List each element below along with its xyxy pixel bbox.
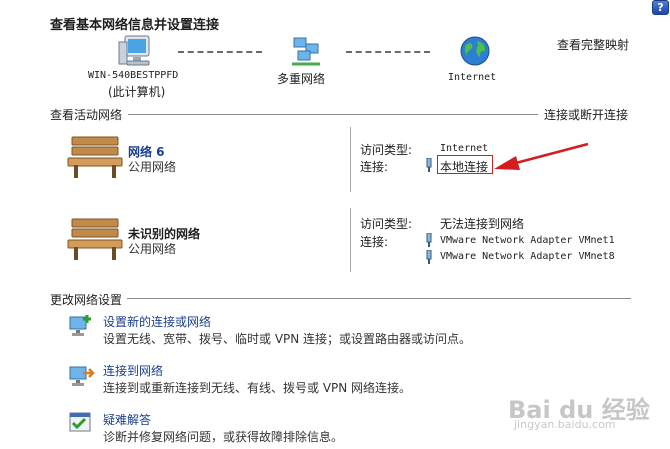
adapter-icon bbox=[425, 232, 433, 247]
map-connection-line bbox=[346, 51, 430, 53]
troubleshoot-link[interactable]: 疑难解答 bbox=[103, 411, 151, 428]
baidu-watermark-url: jingyan.baidu.com bbox=[514, 418, 616, 431]
adapter-icon bbox=[425, 157, 433, 172]
connect-to-network-link[interactable]: 连接到网络 bbox=[103, 362, 163, 379]
vmnet8-connection-link[interactable]: VMware Network Adapter VMnet8 bbox=[440, 251, 615, 262]
divider bbox=[127, 298, 631, 299]
access-type-value: 无法连接到网络 bbox=[440, 217, 525, 231]
setup-connection-link[interactable]: 设置新的连接或网络 bbox=[103, 313, 211, 330]
full-map-link[interactable]: 查看完整映射 bbox=[557, 36, 629, 53]
vmnet1-connection-link[interactable]: VMware Network Adapter VMnet1 bbox=[440, 235, 615, 246]
page-title: 查看基本网络信息并设置连接 bbox=[50, 18, 220, 33]
annotation-box bbox=[437, 155, 493, 174]
computer-icon bbox=[115, 34, 155, 70]
help-button[interactable]: ? bbox=[652, 0, 669, 15]
connect-to-network-desc: 连接到或重新连接到无线、有线、拨号或 VPN 网络连接。 bbox=[103, 381, 412, 395]
adapter-icon bbox=[425, 249, 433, 264]
troubleshoot-desc: 诊断并修复网络问题，或获得故障排除信息。 bbox=[103, 430, 344, 444]
divider bbox=[128, 114, 538, 115]
access-type-value: Internet bbox=[440, 143, 489, 154]
computer-name-label: WIN-540BESTPPFD bbox=[88, 70, 179, 81]
globe-icon bbox=[459, 35, 491, 67]
internet-label: Internet bbox=[448, 72, 497, 83]
connection-label: 连接: bbox=[360, 160, 389, 174]
divider bbox=[350, 127, 351, 192]
bench-icon bbox=[66, 216, 124, 262]
bench-icon bbox=[66, 134, 124, 180]
computer-sub-label: (此计算机) bbox=[108, 85, 166, 99]
multiple-networks-icon bbox=[290, 36, 322, 66]
access-type-label: 访问类型: bbox=[360, 143, 413, 157]
divider bbox=[350, 208, 351, 272]
multiple-networks-label: 多重网络 bbox=[277, 72, 326, 86]
troubleshoot-icon bbox=[67, 411, 95, 435]
network-category-link[interactable]: 公用网络 bbox=[128, 158, 176, 175]
annotation-arrow bbox=[492, 140, 592, 174]
map-connection-line bbox=[178, 51, 262, 53]
new-connection-icon bbox=[67, 313, 95, 339]
connect-disconnect-link[interactable]: 连接或断开连接 bbox=[544, 106, 628, 123]
connection-label: 连接: bbox=[360, 235, 389, 249]
connect-network-icon bbox=[67, 363, 95, 389]
change-settings-heading: 更改网络设置 bbox=[50, 293, 123, 307]
network-category-link[interactable]: 公用网络 bbox=[128, 240, 176, 257]
active-networks-heading: 查看活动网络 bbox=[50, 108, 123, 122]
access-type-label: 访问类型: bbox=[360, 217, 413, 231]
setup-connection-desc: 设置无线、宽带、拨号、临时或 VPN 连接；或设置路由器或访问点。 bbox=[103, 332, 472, 346]
